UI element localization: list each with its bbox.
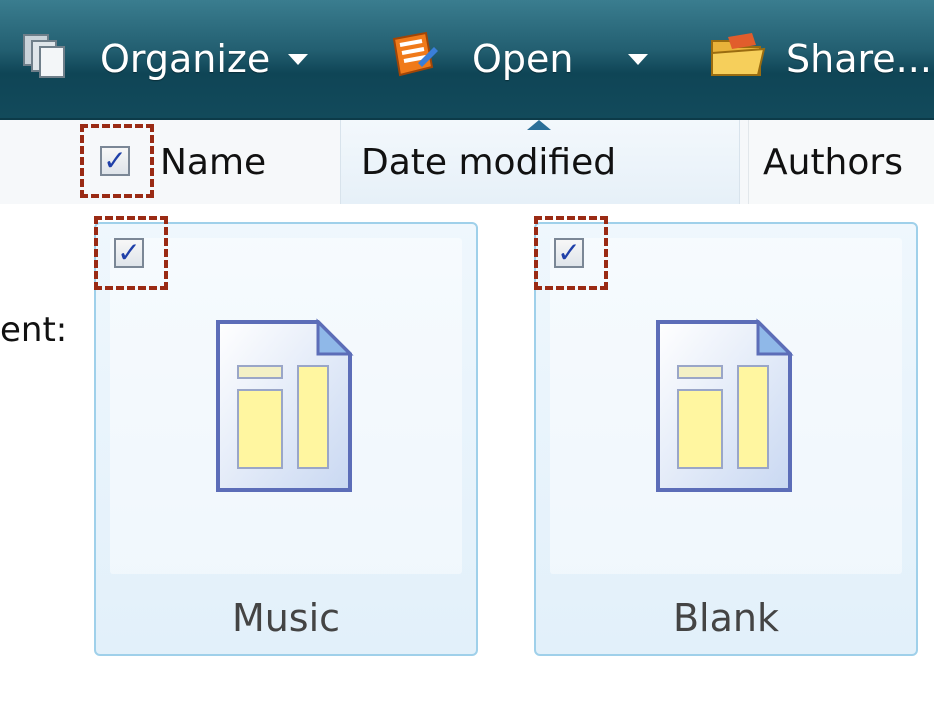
checkmark-icon: ✓ [117,236,141,269]
checkmark-icon: ✓ [103,144,127,177]
column-header-date-modified[interactable]: Date modified [340,120,740,204]
column-name-label: Name [160,141,267,183]
open-icon [388,27,444,92]
open-dropdown-button[interactable] [628,0,648,118]
sort-ascending-icon [527,120,551,130]
organize-label: Organize [100,37,271,81]
open-label: Open [472,37,574,81]
share-button[interactable]: Share... [708,0,932,118]
document-icon [654,318,794,498]
organize-icon [18,25,78,94]
item-checkbox[interactable]: ✓ [114,238,144,268]
organize-button[interactable]: Organize [18,0,309,118]
document-icon [214,318,354,498]
checkmark-icon: ✓ [557,236,581,269]
file-name-label: Blank [672,596,779,640]
column-header-authors[interactable]: Authors [748,120,934,204]
organize-chevron-down-icon [288,53,309,65]
column-authors-label: Authors [763,141,903,183]
file-name-label: Music [231,596,341,640]
open-button[interactable]: Open [388,0,574,118]
left-pane-label: ent: [0,310,68,350]
column-header-name[interactable]: Name [160,120,340,204]
item-checkbox[interactable]: ✓ [554,238,584,268]
share-label: Share... [786,37,932,81]
column-date-modified-label: Date modified [361,141,617,183]
share-folder-icon [708,27,770,92]
select-all-checkbox[interactable]: ✓ [100,146,130,176]
command-bar: Organize Open Share... [0,0,934,120]
open-chevron-down-icon [628,53,648,65]
